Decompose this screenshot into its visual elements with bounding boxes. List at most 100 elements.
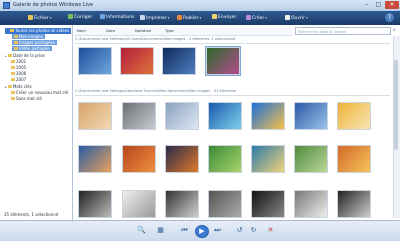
toolbar-publish-button[interactable]: Publier▾ [177,13,201,23]
tree-item-label: Créer un nouveau mot clé [16,90,69,95]
column-type[interactable]: Type [165,27,174,35]
chevron-down-icon: ▾ [265,16,268,20]
photo-thumbnail[interactable] [78,102,112,130]
toolbar-label: Envoyer [218,15,237,20]
toolbar-label: Imprimer [146,16,167,21]
info-icon [100,14,105,19]
scrollbar-thumb[interactable] [394,60,398,150]
gallery-icon [3,2,10,9]
toolbar-open-button[interactable]: Ouvrir▾ [285,13,308,23]
folder-icon [14,47,18,50]
photo-thumbnail[interactable] [78,190,112,218]
folder-icon [14,35,18,38]
minimize-button[interactable]: – [361,1,372,9]
photo-thumbnail[interactable] [294,190,328,218]
toolbar-fix-button[interactable]: Corriger [68,13,92,23]
toolbar-info-button[interactable]: Informations [100,13,134,23]
slideshow-button[interactable]: ▶ [195,225,209,238]
toolbar-email-button[interactable]: Envoyer [212,13,236,23]
tree-item[interactable]: Images partagées [12,40,58,45]
photo-thumbnail[interactable] [251,102,285,130]
photo-thumbnail[interactable] [251,190,285,218]
publish-icon [177,15,182,20]
tree-item[interactable]: Sans mot clé [11,96,42,101]
column-rating[interactable]: Notation [135,27,151,35]
toolbar-label: Fichier [34,16,49,21]
toolbar-folder-button[interactable]: Fichier▾ [28,13,51,23]
tree-item-label: Sans mot clé [16,96,42,101]
column-date[interactable]: Date [106,27,115,35]
tree-item[interactable]: 2005 [11,65,26,70]
toolbar-label: Publier [183,16,199,21]
help-button[interactable]: ? [385,13,394,22]
tree-item-label: Mots clés [13,84,32,89]
rotate-left-button[interactable]: ↺ [234,225,245,236]
fix-icon [68,14,73,19]
photo-thumbnail[interactable] [165,145,199,173]
tree-item-label: Date de la prise [13,53,45,58]
photo-thumbnail[interactable] [122,190,156,218]
toolbar-label: Informations [106,15,135,20]
photo-thumbnail[interactable] [162,47,196,75]
previous-button[interactable]: ⏮ [179,225,190,236]
main-toolbar: Fichier▾ Corriger Informations Imprimer▾ Pub… [0,11,400,26]
tree-item-label: Vidéo partagée [19,46,50,51]
toolbar-create-button[interactable]: Créer▾ [246,13,267,23]
toolbar-label: Créer [252,16,265,21]
photo-thumbnail[interactable] [165,102,199,130]
photo-thumbnail[interactable] [208,190,242,218]
open-icon [285,15,290,20]
photo-thumbnail[interactable] [337,102,371,130]
photo-thumbnail[interactable] [337,190,371,218]
tree-item[interactable]: 2007 [11,77,26,82]
close-button[interactable]: ✕ [385,1,399,9]
tree-item[interactable]: Vidéo partagée [12,46,52,51]
photo-thumbnail[interactable] [251,145,285,173]
folder-icon [8,54,12,57]
photo-thumbnail[interactable] [205,46,241,76]
photo-thumbnail[interactable] [294,102,328,130]
column-name[interactable]: Nom [77,27,86,35]
delete-button[interactable]: ✕ [265,225,276,236]
maximize-button[interactable]: □ [373,1,384,9]
tree-item-label: 2001 [16,59,27,64]
tree-item[interactable]: Mes images [12,34,45,39]
photo-thumbnail[interactable] [208,145,242,173]
chevron-down-icon: ▾ [167,16,170,20]
group-divider-2 [75,95,390,96]
search-input[interactable]: Rechercher dans la Galerie [295,27,391,35]
tree-item[interactable]: 2006 [11,71,26,76]
next-button[interactable]: ⏭ [212,225,223,236]
rotate-right-button[interactable]: ↻ [248,225,259,236]
folder-icon [11,78,15,81]
folder-icon [11,66,15,69]
photo-thumbnail[interactable] [337,145,371,173]
group-header-2: C:\Documents and Settings\Stephane Fourc… [75,89,237,93]
tree-item[interactable]: 2001 [11,59,26,64]
create-icon [246,15,251,20]
tree-item-label: Images partagées [19,40,56,45]
folder-icon [10,29,14,32]
group-header-1: C:\Documents and Settings\All Users\Docu… [75,37,236,41]
photo-thumbnail[interactable] [294,145,328,173]
tree-item-label: 2005 [16,65,27,70]
toolbar-print-button[interactable]: Imprimer▾ [140,13,169,23]
folder-icon [11,60,15,63]
bottom-control-bar: 🔍 ▦ ⏮ ▶ ⏭ ↺ ↻ ✕ [0,220,400,241]
search-icon[interactable]: ⌕ [393,28,398,33]
zoom-button[interactable]: 🔍 [136,225,147,236]
chevron-down-icon: ▾ [49,16,52,20]
view-mode-button[interactable]: ▦ [155,225,166,236]
status-text: 35 éléments, 1 sélectionné [4,212,59,217]
tree-item-label: Toutes les photos et vidéos [15,28,70,33]
photo-thumbnail[interactable] [120,47,154,75]
photo-thumbnail[interactable] [78,145,112,173]
chevron-down-icon: ▾ [199,16,202,20]
photo-thumbnail[interactable] [122,102,156,130]
photo-thumbnail[interactable] [165,190,199,218]
photo-thumbnail[interactable] [208,102,242,130]
photo-thumbnail[interactable] [78,47,112,75]
navigation-pane: ▸ Toutes les photos et vidéos Mes images Im… [0,25,73,220]
photo-thumbnail[interactable] [122,145,156,173]
tree-item[interactable]: Créer un nouveau mot clé [11,90,68,95]
